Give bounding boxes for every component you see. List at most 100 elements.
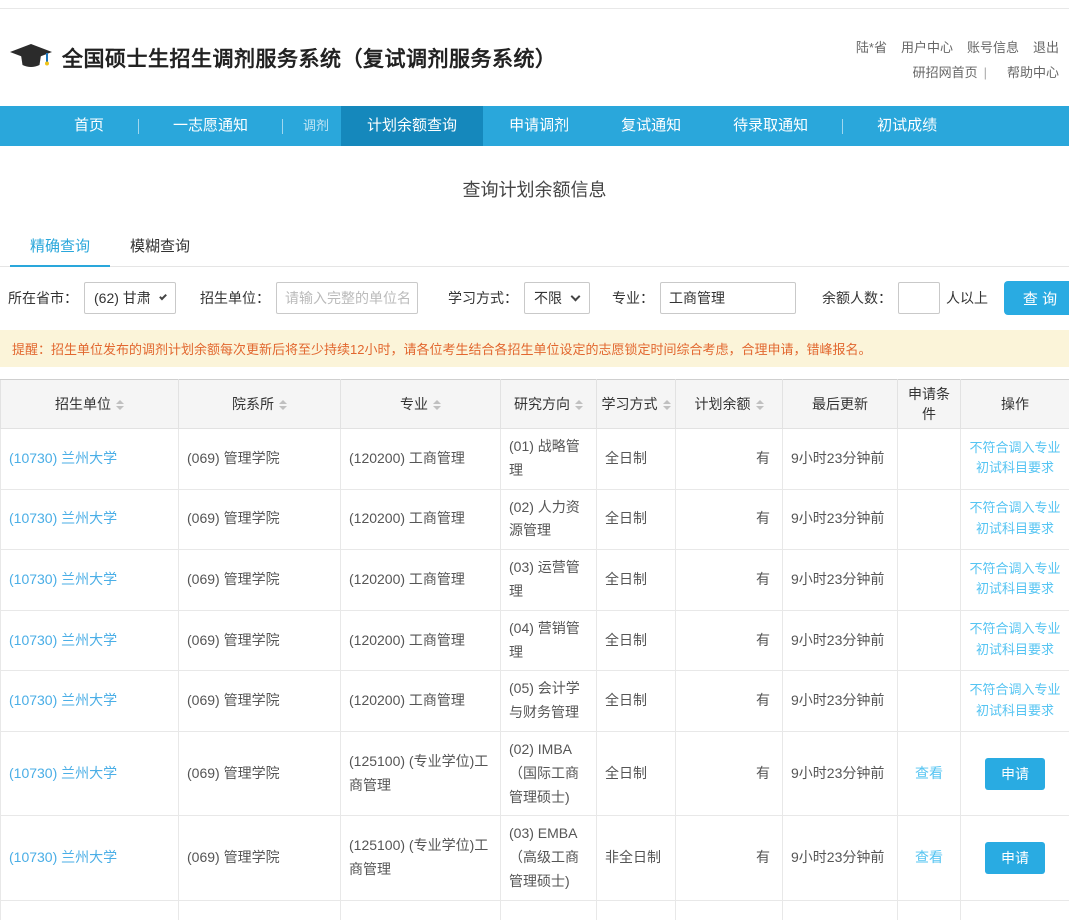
quota-label: 余额人数： <box>822 288 892 308</box>
nav-initial-score[interactable]: 初试成绩 <box>851 106 963 146</box>
quota-cell: 有 <box>676 429 783 490</box>
table-row: (10730) 兰州大学(069) 管理学院(125100) (专业学位)工商管… <box>1 731 1069 815</box>
study-mode-select[interactable]: 不限 <box>524 282 590 314</box>
province-select[interactable]: (62) 甘肃 <box>84 282 176 314</box>
major-cell: (120200) 工商管理 <box>341 610 501 671</box>
notice-bar: 提醒：招生单位发布的调剂计划余额每次更新后将至少持续12小时，请各位考生结合各招… <box>0 330 1069 367</box>
study-mode-cell: 全日制 <box>597 671 676 732</box>
dept-cell: (069) 管理学院 <box>179 816 341 900</box>
quota-input[interactable] <box>898 282 940 314</box>
help-center-link[interactable]: 帮助中心 <box>1007 65 1059 80</box>
apply-button[interactable]: 申请 <box>985 758 1045 790</box>
logout-link[interactable]: 退出 <box>1033 40 1059 55</box>
sort-up-arrow <box>756 396 764 404</box>
tab-fuzzy-query[interactable]: 模糊查询 <box>110 226 210 267</box>
major-input[interactable] <box>660 282 796 314</box>
sort-icon <box>756 396 764 414</box>
unit-link[interactable]: (10730) 兰州大学 <box>9 765 117 781</box>
col-major[interactable]: 专业 <box>341 380 501 429</box>
chevron-down-icon <box>159 293 167 301</box>
col-condition-label: 申请条件 <box>908 386 950 422</box>
col-unit[interactable]: 招生单位 <box>1 380 179 429</box>
empty-cell <box>597 900 676 920</box>
updated-cell: 9小时23分钟前 <box>783 610 898 671</box>
condition-cell <box>898 610 961 671</box>
account-info-link[interactable]: 账号信息 <box>967 40 1019 55</box>
unit-link[interactable]: (10730) 兰州大学 <box>9 849 117 865</box>
username: 陆*省 <box>856 40 887 55</box>
updated-cell: 9小时23分钟前 <box>783 429 898 490</box>
filter-bar: 所在省市： (62) 甘肃 招生单位： 学习方式： 不限 专业： 余额人数： 人… <box>0 267 1069 325</box>
dept-cell: (069) 管理学院 <box>179 489 341 550</box>
table-row: (10730) 兰州大学(069) 管理学院(120200) 工商管理(04) … <box>1 610 1069 671</box>
quota-cell: 有 <box>676 816 783 900</box>
unit-link[interactable]: (10730) 兰州大学 <box>9 692 117 708</box>
action-cell: 不符合调入专业初试科目要求 <box>961 429 1069 490</box>
sort-icon <box>116 396 124 414</box>
not-eligible-text: 不符合调入专业初试科目要求 <box>969 559 1061 601</box>
col-unit-label: 招生单位 <box>55 396 111 412</box>
col-direction[interactable]: 研究方向 <box>501 380 597 429</box>
tab-exact-query[interactable]: 精确查询 <box>10 226 110 267</box>
action-cell: 不符合调入专业初试科目要求 <box>961 550 1069 611</box>
major-cell: (120200) 工商管理 <box>341 671 501 732</box>
condition-cell <box>898 429 961 490</box>
yanzhao-home-link[interactable]: 研招网首页 <box>913 65 978 80</box>
quota-suffix: 人以上 <box>946 288 988 308</box>
table-row: (10730) 兰州大学(069) 管理学院(120200) 工商管理(03) … <box>1 550 1069 611</box>
unit-cell: (10730) 兰州大学 <box>1 429 179 490</box>
nav-pending-admission-notice[interactable]: 待录取通知 <box>707 106 834 146</box>
col-study-mode[interactable]: 学习方式 <box>597 380 676 429</box>
sort-down-arrow <box>279 406 287 414</box>
search-button[interactable]: 查 询 <box>1004 281 1069 315</box>
table-body: (10730) 兰州大学(069) 管理学院(120200) 工商管理(01) … <box>1 429 1069 920</box>
header-secondary-row: 研招网首页|帮助中心 <box>856 60 1059 85</box>
table-row: (10730) 兰州大学(069) 管理学院(120200) 工商管理(01) … <box>1 429 1069 490</box>
nav-apply-tiaoji[interactable]: 申请调剂 <box>483 106 595 146</box>
nav-separator <box>282 119 283 134</box>
view-condition-link[interactable]: 查看 <box>915 849 943 865</box>
main-nav: 首页一志愿通知调剂计划余额查询申请调剂复试通知待录取通知初试成绩 <box>0 106 1069 146</box>
study-mode-cell: 全日制 <box>597 610 676 671</box>
unit-link[interactable]: (10730) 兰州大学 <box>9 510 117 526</box>
updated-cell: 9小时23分钟前 <box>783 671 898 732</box>
dept-cell: (069) 管理学院 <box>179 429 341 490</box>
major-cell: (120200) 工商管理 <box>341 429 501 490</box>
province-label: 所在省市： <box>8 288 78 308</box>
nav-first-choice-notice[interactable]: 一志愿通知 <box>147 106 274 146</box>
empty-cell <box>898 900 961 920</box>
nav-tiaoji[interactable]: 调剂 <box>291 106 341 146</box>
unit-link[interactable]: (10730) 兰州大学 <box>9 632 117 648</box>
action-cell: 不符合调入专业初试科目要求 <box>961 489 1069 550</box>
user-center-link[interactable]: 用户中心 <box>901 40 953 55</box>
view-condition-link[interactable]: 查看 <box>915 765 943 781</box>
condition-cell <box>898 671 961 732</box>
unit-input[interactable] <box>276 282 418 314</box>
nav-retest-notice[interactable]: 复试通知 <box>595 106 707 146</box>
study-mode-cell: 非全日制 <box>597 816 676 900</box>
col-updated-label: 最后更新 <box>812 396 868 412</box>
nav-plan-balance-query[interactable]: 计划余额查询 <box>341 106 483 146</box>
condition-cell <box>898 489 961 550</box>
col-dept[interactable]: 院系所 <box>179 380 341 429</box>
quota-cell: 有 <box>676 610 783 671</box>
action-cell: 申请 <box>961 816 1069 900</box>
table-row-partial <box>1 900 1069 920</box>
empty-cell <box>783 900 898 920</box>
action-cell: 申请 <box>961 731 1069 815</box>
dept-cell: (069) 管理学院 <box>179 671 341 732</box>
study-mode-select-value: 不限 <box>534 288 562 308</box>
major-cell: (125100) (专业学位)工商管理 <box>341 731 501 815</box>
unit-link[interactable]: (10730) 兰州大学 <box>9 571 117 587</box>
unit-link[interactable]: (10730) 兰州大学 <box>9 450 117 466</box>
sort-up-arrow <box>116 396 124 404</box>
study-mode-cell: 全日制 <box>597 550 676 611</box>
unit-cell: (10730) 兰州大学 <box>1 816 179 900</box>
nav-home[interactable]: 首页 <box>48 106 130 146</box>
condition-cell <box>898 550 961 611</box>
col-quota[interactable]: 计划余额 <box>676 380 783 429</box>
chevron-down-icon <box>571 292 581 302</box>
apply-button[interactable]: 申请 <box>985 842 1045 874</box>
quota-cell: 有 <box>676 671 783 732</box>
nav-separator <box>842 119 843 134</box>
